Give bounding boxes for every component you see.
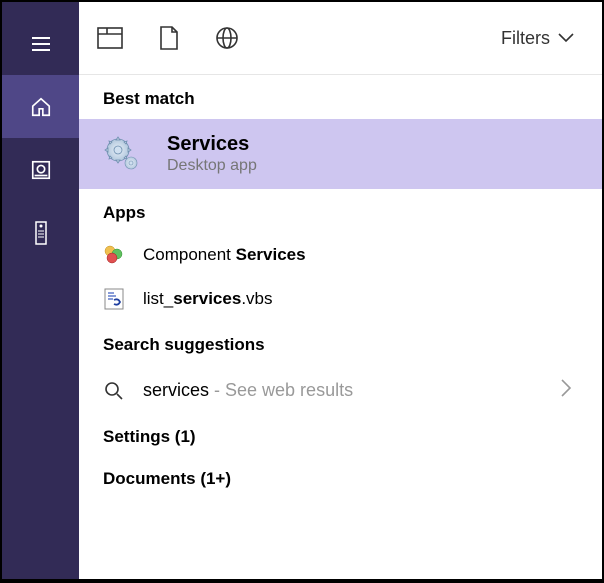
globe-icon <box>215 26 239 50</box>
app-item-label: Component Services <box>143 245 306 265</box>
search-suggestions-header: Search suggestions <box>79 321 602 365</box>
topbar: Filters <box>79 2 602 75</box>
best-match-item[interactable]: Services Desktop app <box>79 119 602 189</box>
home-icon <box>30 96 52 118</box>
remote-scope-button[interactable] <box>2 201 79 264</box>
search-icon <box>103 380 125 402</box>
best-match-title: Services <box>167 133 257 156</box>
apps-header: Apps <box>79 189 602 233</box>
image-icon <box>30 159 52 181</box>
category-documents[interactable]: Documents (1+) <box>79 458 602 500</box>
hamburger-menu-button[interactable] <box>2 12 79 75</box>
apps-tab[interactable] <box>97 27 123 49</box>
suggestion-text: services - See web results <box>143 380 542 401</box>
chevron-right-icon <box>560 378 572 403</box>
category-settings[interactable]: Settings (1) <box>79 416 602 458</box>
chevron-down-icon <box>558 33 574 43</box>
results-content: Best match <box>79 75 602 579</box>
component-services-icon <box>103 244 125 266</box>
filters-label: Filters <box>501 28 550 49</box>
hamburger-icon <box>29 32 53 56</box>
sidebar <box>2 2 79 579</box>
app-item-list-services-vbs[interactable]: list_services.vbs <box>79 277 602 321</box>
documents-tab[interactable] <box>159 26 179 50</box>
best-match-subtitle: Desktop app <box>167 157 257 175</box>
search-suggestion-item[interactable]: services - See web results <box>79 365 602 416</box>
image-scope-button[interactable] <box>2 138 79 201</box>
window-icon <box>97 27 123 49</box>
document-icon <box>159 26 179 50</box>
remote-icon <box>33 220 49 246</box>
services-icon <box>103 135 141 173</box>
app-item-component-services[interactable]: Component Services <box>79 233 602 277</box>
web-tab[interactable] <box>215 26 239 50</box>
best-match-header: Best match <box>79 75 602 119</box>
vbs-file-icon <box>103 288 125 310</box>
filters-button[interactable]: Filters <box>501 28 574 49</box>
home-button[interactable] <box>2 75 79 138</box>
main-panel: Filters Best match <box>79 2 602 579</box>
app-item-label: list_services.vbs <box>143 289 273 309</box>
